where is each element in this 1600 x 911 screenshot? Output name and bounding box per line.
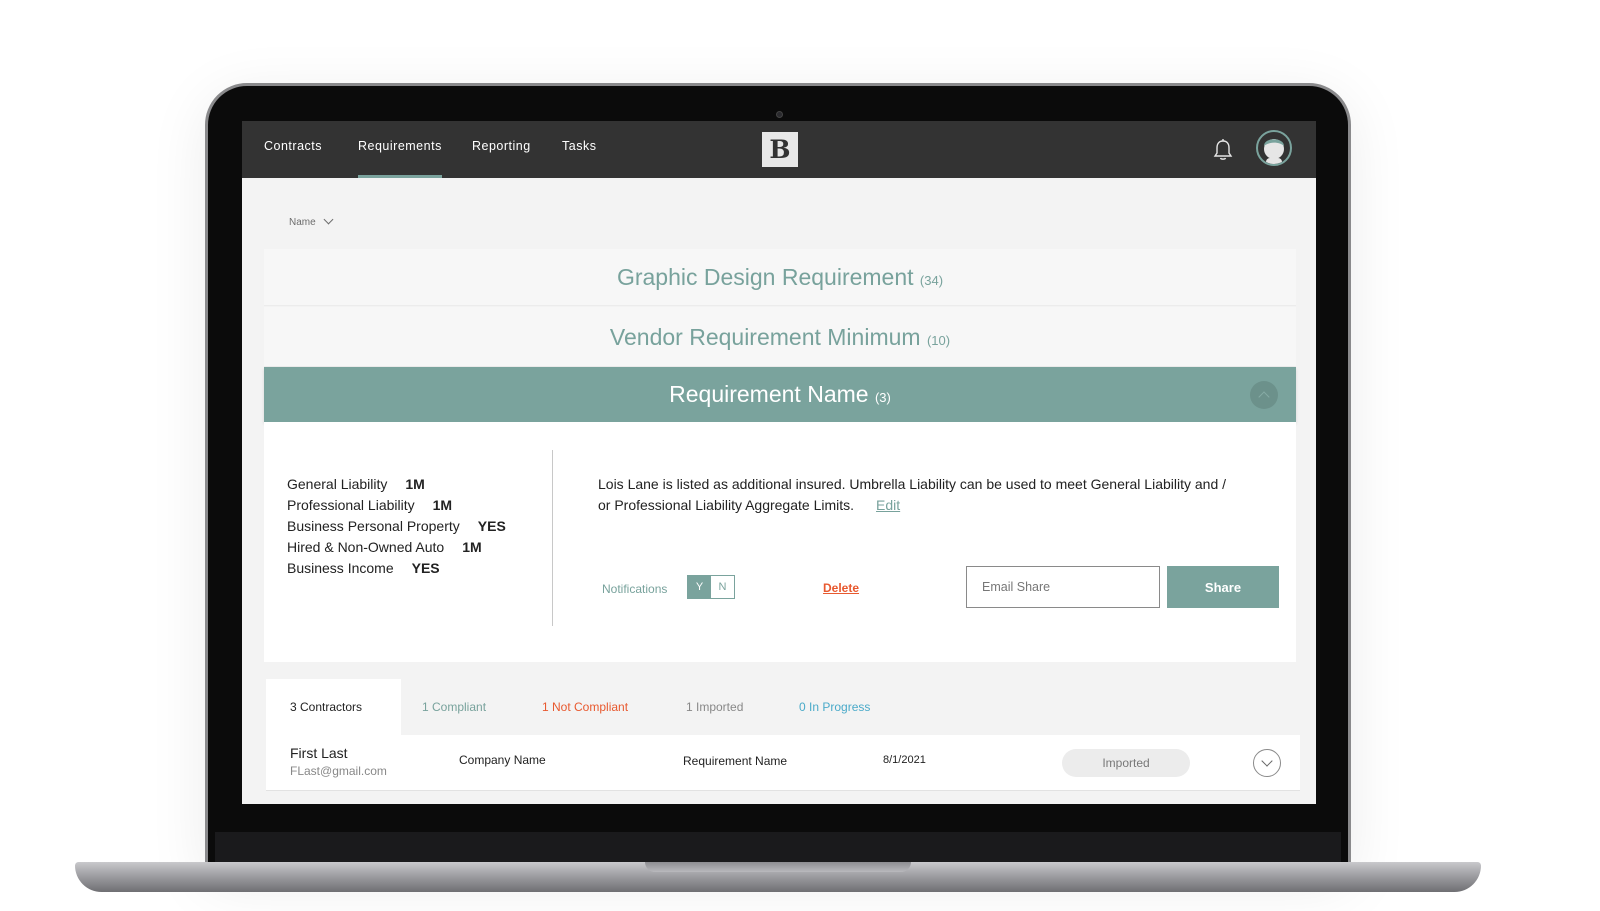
coverage-value: 1M bbox=[432, 497, 453, 513]
notifications-yes[interactable]: Y bbox=[688, 576, 711, 598]
chevron-up-icon[interactable] bbox=[1250, 381, 1278, 409]
delete-link[interactable]: Delete bbox=[823, 581, 859, 595]
coverage-value: 1M bbox=[405, 476, 425, 492]
coverage-item: Business Income YES bbox=[287, 558, 506, 579]
sort-dropdown[interactable]: Name bbox=[289, 214, 334, 228]
coverage-value: 1M bbox=[462, 539, 482, 555]
coverage-label: General Liability bbox=[287, 476, 388, 492]
company-name: Company Name bbox=[459, 753, 546, 767]
table-row[interactable]: First Last FLast@gmail.com Company Name … bbox=[266, 735, 1300, 791]
description-text: Lois Lane is listed as additional insure… bbox=[598, 476, 1227, 513]
requirement-row[interactable]: Vendor Requirement Minimum (10) bbox=[264, 307, 1296, 367]
notifications-no[interactable]: N bbox=[711, 576, 734, 598]
requirement-description: Lois Lane is listed as additional insure… bbox=[598, 474, 1238, 516]
coverage-label: Business Income bbox=[287, 560, 394, 576]
divider bbox=[552, 450, 553, 626]
requirement-row-expanded[interactable]: Requirement Name (3) bbox=[264, 367, 1296, 422]
avatar[interactable] bbox=[1256, 130, 1292, 166]
requirement-count: (10) bbox=[926, 333, 951, 348]
nav-tasks[interactable]: Tasks bbox=[562, 121, 596, 178]
tab-imported[interactable]: 1 Imported bbox=[686, 679, 743, 735]
tab-contractors[interactable]: 3 Contractors bbox=[266, 679, 401, 735]
requirement-count: (3) bbox=[874, 390, 891, 405]
requirement-row[interactable]: Graphic Design Requirement (34) bbox=[264, 249, 1296, 306]
app-screen: Contracts Requirements Reporting Tasks B… bbox=[242, 121, 1316, 804]
top-nav-bar: Contracts Requirements Reporting Tasks B bbox=[242, 121, 1316, 178]
sort-label: Name bbox=[289, 217, 316, 228]
nav-requirements[interactable]: Requirements bbox=[358, 121, 442, 178]
nav-contracts[interactable]: Contracts bbox=[264, 121, 322, 178]
coverage-item: Hired & Non-Owned Auto 1M bbox=[287, 537, 506, 558]
requirement-name: Requirement Name bbox=[669, 381, 869, 407]
coverage-label: Professional Liability bbox=[287, 497, 415, 513]
requirement-name-cell: Requirement Name bbox=[683, 754, 788, 768]
requirement-count: (34) bbox=[919, 273, 944, 288]
app-logo[interactable]: B bbox=[762, 132, 798, 167]
coverage-label: Business Personal Property bbox=[287, 518, 460, 534]
tab-not-compliant[interactable]: 1 Not Compliant bbox=[542, 679, 628, 735]
nav-reporting[interactable]: Reporting bbox=[472, 121, 531, 178]
bell-icon[interactable] bbox=[1212, 138, 1234, 162]
share-button[interactable]: Share bbox=[1167, 566, 1279, 608]
email-share-input[interactable] bbox=[966, 566, 1160, 608]
coverage-label: Hired & Non-Owned Auto bbox=[287, 539, 445, 555]
coverage-list: General Liability 1M Professional Liabili… bbox=[287, 474, 506, 579]
chevron-down-icon[interactable] bbox=[1253, 749, 1281, 777]
coverage-value: YES bbox=[477, 518, 506, 534]
laptop-notch bbox=[645, 862, 911, 872]
date-cell: 8/1/2021 bbox=[883, 754, 926, 766]
chevron-down-icon bbox=[323, 214, 334, 225]
contractor-name: First Last bbox=[290, 745, 348, 761]
contractor-email: FLast@gmail.com bbox=[290, 764, 387, 778]
coverage-value: YES bbox=[411, 560, 440, 576]
webcam bbox=[776, 111, 783, 118]
coverage-item: Business Personal Property YES bbox=[287, 516, 506, 537]
coverage-item: General Liability 1M bbox=[287, 474, 506, 495]
status-badge: Imported bbox=[1062, 749, 1190, 777]
requirement-details: General Liability 1M Professional Liabili… bbox=[264, 422, 1296, 662]
tab-in-progress[interactable]: 0 In Progress bbox=[799, 679, 870, 735]
contractor-tabs: 3 Contractors 1 Compliant 1 Not Complian… bbox=[266, 679, 1300, 735]
coverage-item: Professional Liability 1M bbox=[287, 495, 506, 516]
edit-link[interactable]: Edit bbox=[876, 497, 900, 513]
requirement-name: Graphic Design Requirement bbox=[616, 264, 914, 290]
notifications-label: Notifications bbox=[602, 582, 668, 596]
notifications-toggle[interactable]: Y N bbox=[687, 575, 735, 599]
tab-compliant[interactable]: 1 Compliant bbox=[422, 679, 486, 735]
requirement-name: Vendor Requirement Minimum bbox=[609, 324, 921, 350]
